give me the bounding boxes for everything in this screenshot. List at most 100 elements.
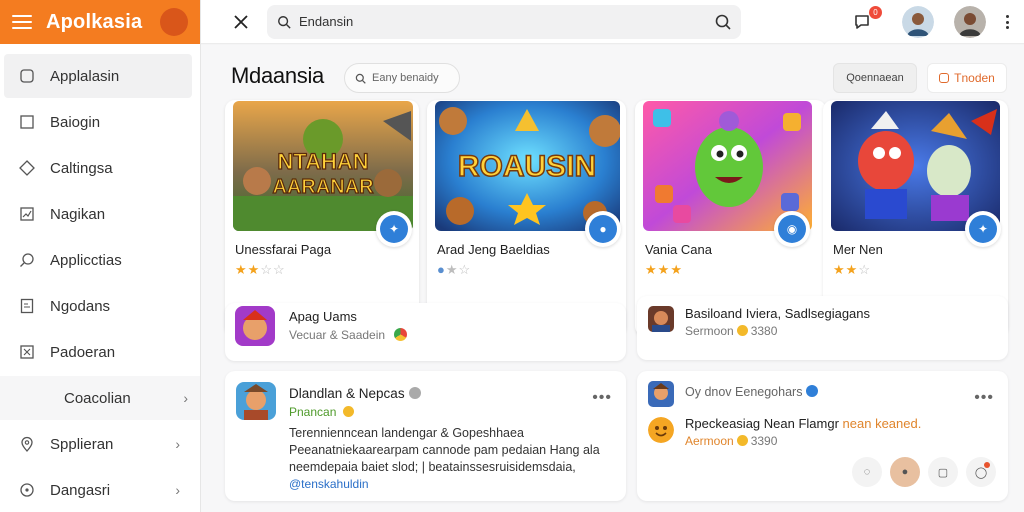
post-card[interactable]: Oy dnov Eenegohars ••• Rpeckeasiag Nean … [637,371,1008,501]
post-body-line: neemdepaia baiet slod; | beatainssesruis… [289,460,576,474]
sidebar-item-9[interactable]: Spplieran › [4,422,192,466]
game-badge[interactable]: ● [585,211,621,247]
search-bar[interactable] [267,4,741,39]
sidebar-item-4[interactable]: Nagikan [4,192,192,236]
game-name: Mer Nen [833,242,883,257]
sidebar-item-3[interactable]: Caltingsa [4,146,192,190]
search-submit-icon[interactable] [715,14,731,30]
share-icon[interactable]: ▢ [928,457,958,487]
game-art-title: ROAUSIN [458,150,596,183]
more-options-icon[interactable]: ••• [592,389,612,407]
post-sticker [648,417,674,443]
more-options-icon[interactable] [1006,15,1010,29]
app-title: Apag Uams [289,309,357,324]
search-icon [355,73,366,84]
controller-icon: ◉ [778,215,806,243]
post-author-text: Oy dnov Eenegohars [685,385,803,399]
app-icon [235,306,275,346]
gamepad-icon: ✦ [380,215,408,243]
filter-search-chip[interactable]: Eany benaidy [344,63,460,93]
post-author: Oy dnov Eenegohars [685,385,819,399]
sidebar-item-label: Applicctias [50,251,122,269]
top-right-actions: 0 [852,0,1010,44]
sidebar-item-7[interactable]: Padoeran [4,330,192,374]
sidebar-item-label: Ngodans [50,297,111,315]
square-icon [18,113,36,131]
reaction-icon[interactable]: ● [890,457,920,487]
sidebar-item-label: Dangasri [50,481,111,499]
post-hashtag[interactable]: @tenskahuldin [289,477,369,491]
sidebar-item-6[interactable]: Ngodans [4,284,192,328]
post-title: Rpeckeasiag Nean Flamgr nean keaned. [685,416,921,431]
game-badge[interactable]: ✦ [965,211,1001,247]
game-card[interactable]: NTAHAN AARANAR ✦ Unessfarai Paga ★★☆☆ [225,100,419,336]
game-badge[interactable]: ◉ [774,211,810,247]
close-icon [234,14,248,29]
sidebar-item-label: Nagikan [50,205,106,223]
game-name: Arad Jeng Baeldias [437,242,550,257]
post-title: Dlandlan & Nepcas [289,386,421,401]
page-title: Mdaansia [231,63,324,88]
primary-button-label: Tnoden [954,71,995,85]
content-header: Mdaansia Eany benaidy Qoennaean Tnoden [231,63,1011,93]
square-outline-icon [939,73,950,83]
main-content: Mdaansia Eany benaidy Qoennaean Tnoden N… [201,45,1024,512]
post-card[interactable]: Dlandlan & Nepcas Pnancan ••• Terennienn… [225,371,626,501]
notification-button[interactable]: 0 [852,6,882,34]
app-root: Apolkasia Applalasin Baiogin Caltingsa N… [0,0,1024,512]
brand-avatar[interactable] [160,8,188,36]
app-subtitle: Sermoon 3380 [685,324,777,338]
close-button[interactable] [221,4,261,40]
verified-icon [806,385,819,397]
sidebar-item-5[interactable]: Applicctias [4,238,192,282]
sidebar-item-label: Caltingsa [50,159,113,177]
sidebar-item-label: Spplieran [50,435,114,453]
chevron-right-icon: › [175,482,180,498]
app-subtitle-text: Vecuar & Saadein [289,328,386,342]
game-art [831,101,1000,231]
like-icon[interactable]: ◌ [852,457,882,487]
sidebar-item-1[interactable]: Applalasin [4,54,192,98]
sidebar-item-2[interactable]: Baiogin [4,100,192,144]
post-subtitle-value: 3390 [750,434,778,448]
primary-button[interactable]: Tnoden [927,63,1007,93]
sidebar-item-10[interactable]: Dangasri › [4,468,192,512]
sidebar-item-label: Padoeran [50,343,116,361]
sidebar-nav: Applalasin Baiogin Caltingsa Nagikan App… [0,44,200,512]
avatar[interactable] [902,6,934,38]
post-body-line: Peeanatniekaarearpam cannode pam pedaian… [289,443,600,457]
star-rating: ●★☆ [437,262,472,277]
post-subtitle: Aermoon 3390 [685,434,777,448]
game-name: Unessfarai Paga [235,242,332,257]
app-subtitle-text: Sermoon [685,324,734,338]
search-icon [278,15,291,29]
user-avatar[interactable] [954,6,986,38]
app-mini-card[interactable]: Basiloand Iviera, Sadlsegiagans Sermoon 3… [637,296,1008,360]
comment-icon[interactable]: ◯ [966,457,996,487]
coin-icon [736,435,748,446]
blank-icon [32,389,50,407]
search-input[interactable] [299,14,715,29]
post-subtitle-text: Aermoon [685,434,734,448]
secondary-button[interactable]: Qoennaean [833,63,917,93]
coin-icon [342,406,354,417]
post-tag-text: Pnancan [289,405,337,419]
grid-icon [18,343,36,361]
chrome-icon [394,328,408,341]
game-badge[interactable]: ✦ [376,211,412,247]
hamburger-menu-icon[interactable] [12,15,32,29]
star-rating: ★★☆☆ [235,262,286,277]
chevron-right-icon: › [183,390,188,406]
more-options-icon[interactable]: ••• [974,389,994,407]
app-subtitle: Vecuar & Saadein [289,328,408,342]
top-bar: 0 [201,0,1024,44]
app-mini-card[interactable]: Apag Uams Vecuar & Saadein [225,303,626,361]
app-subtitle-value: 3380 [750,324,778,338]
game-card[interactable]: ROAUSIN ● Arad Jeng Baeldias ●★☆ [427,100,626,336]
chart-icon [18,205,36,223]
sidebar-item-8[interactable]: Coacolian › [0,376,200,420]
brand-title: Apolkasia [46,10,143,33]
gamepad-icon: ✦ [969,215,997,243]
author-avatar [648,381,674,407]
star-rating: ★★★ [645,262,683,277]
